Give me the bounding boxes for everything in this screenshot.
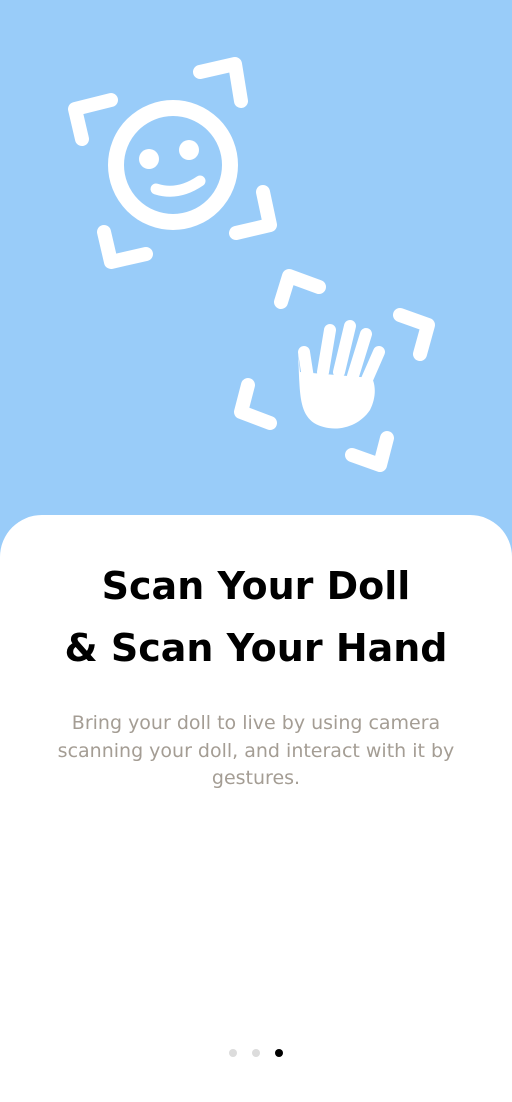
face-scan-icon: [68, 57, 277, 269]
onboarding-screen: Scan Your Doll & Scan Your Hand Bring yo…: [0, 0, 512, 1102]
page-title: Scan Your Doll & Scan Your Hand: [0, 555, 512, 679]
content-card: Scan Your Doll & Scan Your Hand Bring yo…: [0, 515, 512, 1102]
page-dot-1[interactable]: [229, 1049, 237, 1057]
page-indicator: [0, 1048, 512, 1058]
page-dot-3-active[interactable]: [275, 1049, 283, 1057]
hero-illustration: [0, 0, 512, 520]
page-dot-2[interactable]: [252, 1049, 260, 1057]
hand-scan-icon: [234, 269, 435, 472]
title-line-1: Scan Your Doll: [101, 564, 411, 608]
title-line-2: & Scan Your Hand: [64, 626, 448, 670]
description-text: Bring your doll to live by using camera …: [57, 712, 455, 789]
